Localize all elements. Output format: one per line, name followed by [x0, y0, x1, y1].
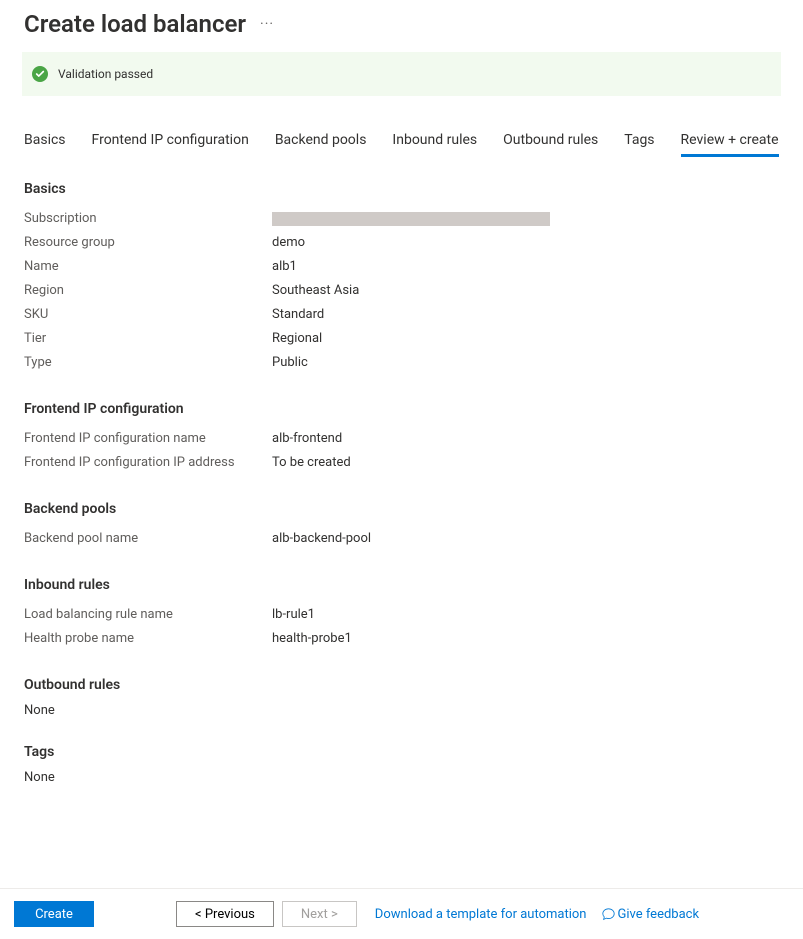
value-type: Public	[272, 351, 308, 375]
section-heading: Inbound rules	[24, 577, 779, 593]
tab-inbound-rules[interactable]: Inbound rules	[392, 126, 477, 157]
section-heading: Tags	[24, 744, 779, 760]
label-health-probe: Health probe name	[24, 627, 272, 651]
label-frontend-name: Frontend IP configuration name	[24, 427, 272, 451]
section-heading: Frontend IP configuration	[24, 401, 779, 417]
footer: Create < Previous Next > Download a temp…	[0, 888, 803, 939]
label-tier: Tier	[24, 327, 272, 351]
section-heading: Outbound rules	[24, 677, 779, 693]
label-subscription: Subscription	[24, 207, 272, 231]
value-lb-rule: lb-rule1	[272, 603, 315, 627]
value-frontend-name: alb-frontend	[272, 427, 342, 451]
outbound-body: None	[24, 703, 779, 718]
label-name: Name	[24, 255, 272, 279]
feedback-label: Give feedback	[617, 907, 699, 922]
section-backend: Backend pools Backend pool name alb-back…	[24, 501, 779, 551]
create-button[interactable]: Create	[14, 901, 94, 927]
tab-basics[interactable]: Basics	[24, 126, 66, 157]
download-template-link[interactable]: Download a template for automation	[375, 907, 587, 922]
section-basics: Basics Subscription Resource group demo …	[24, 181, 779, 375]
label-backend-name: Backend pool name	[24, 527, 272, 551]
more-actions-button[interactable]: ···	[260, 16, 274, 32]
validation-banner: Validation passed	[22, 52, 781, 96]
page-title: Create load balancer	[24, 10, 246, 38]
section-tags: Tags None	[24, 744, 779, 785]
tab-review-create[interactable]: Review + create	[681, 126, 779, 157]
tabs: Basics Frontend IP configuration Backend…	[0, 126, 803, 157]
value-resource-group: demo	[272, 231, 305, 255]
label-frontend-ip: Frontend IP configuration IP address	[24, 451, 272, 475]
label-type: Type	[24, 351, 272, 375]
value-frontend-ip: To be created	[272, 451, 351, 475]
feedback-icon	[602, 908, 615, 921]
tab-tags[interactable]: Tags	[624, 126, 654, 157]
section-inbound: Inbound rules Load balancing rule name l…	[24, 577, 779, 651]
label-sku: SKU	[24, 303, 272, 327]
tab-backend-pools[interactable]: Backend pools	[275, 126, 367, 157]
value-subscription-redacted	[272, 212, 550, 226]
give-feedback-link[interactable]: Give feedback	[602, 907, 699, 922]
section-heading: Basics	[24, 181, 779, 197]
section-heading: Backend pools	[24, 501, 779, 517]
value-name: alb1	[272, 255, 297, 279]
value-tier: Regional	[272, 327, 322, 351]
tab-outbound-rules[interactable]: Outbound rules	[503, 126, 598, 157]
validation-text: Validation passed	[58, 67, 153, 81]
value-region: Southeast Asia	[272, 279, 359, 303]
previous-button[interactable]: < Previous	[176, 901, 274, 927]
value-backend-name: alb-backend-pool	[272, 527, 371, 551]
value-sku: Standard	[272, 303, 324, 327]
section-outbound: Outbound rules None	[24, 677, 779, 718]
value-health-probe: health-probe1	[272, 627, 352, 651]
tags-body: None	[24, 770, 779, 785]
section-frontend: Frontend IP configuration Frontend IP co…	[24, 401, 779, 475]
label-resource-group: Resource group	[24, 231, 272, 255]
label-lb-rule: Load balancing rule name	[24, 603, 272, 627]
next-button: Next >	[282, 901, 357, 927]
check-circle-icon	[32, 66, 48, 82]
label-region: Region	[24, 279, 272, 303]
tab-frontend-ip[interactable]: Frontend IP configuration	[92, 126, 249, 157]
